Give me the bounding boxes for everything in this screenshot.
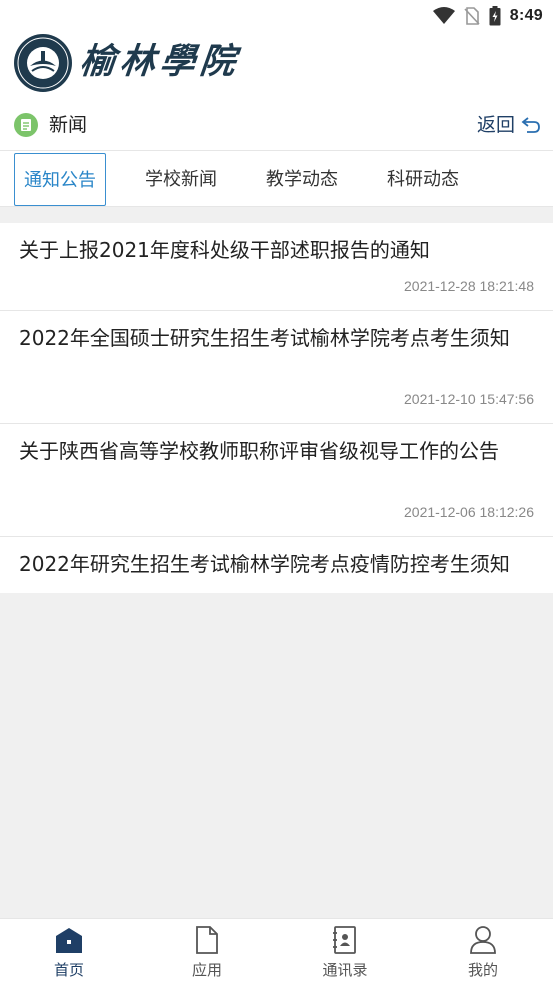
news-item[interactable]: 关于陕西省高等学校教师职称评审省级视导工作的公告 2021-12-06 18:1… xyxy=(0,424,553,537)
section-title: 新闻 xyxy=(49,114,88,136)
clock-time: 8:49 xyxy=(509,7,543,24)
bottom-navigation: 首页 应用 通讯录 我的 xyxy=(0,918,553,983)
status-bar: 8:49 xyxy=(0,0,553,32)
university-name-logo: 榆林學院 xyxy=(77,41,243,82)
contacts-book-icon xyxy=(333,926,356,954)
list-top-spacer xyxy=(0,207,553,223)
wifi-icon xyxy=(432,7,455,24)
nav-apps[interactable]: 应用 xyxy=(138,919,276,983)
news-item[interactable]: 2022年研究生招生考试榆林学院考点疫情防控考生须知 xyxy=(0,537,553,593)
nav-contacts-label: 通讯录 xyxy=(322,961,368,979)
news-item[interactable]: 关于上报2021年度科处级干部述职报告的通知 2021-12-28 18:21:… xyxy=(0,223,553,311)
nav-apps-label: 应用 xyxy=(191,961,222,979)
return-arrow-icon xyxy=(521,117,540,133)
tab-research-updates[interactable]: 科研动态 xyxy=(377,153,469,206)
university-seal-icon xyxy=(14,34,72,92)
news-date: 2021-12-10 15:47:56 xyxy=(404,391,534,407)
app-header: 榆林學院 xyxy=(0,32,553,94)
news-section-icon xyxy=(14,113,38,137)
empty-content-area xyxy=(0,593,553,918)
tab-teaching-updates[interactable]: 教学动态 xyxy=(256,153,348,206)
nav-home[interactable]: 首页 xyxy=(0,919,138,983)
news-title: 关于陕西省高等学校教师职称评审省级视导工作的公告 xyxy=(19,439,499,463)
news-list: 关于上报2021年度科处级干部述职报告的通知 2021-12-28 18:21:… xyxy=(0,223,553,593)
document-icon xyxy=(196,926,218,954)
category-tabs: 通知公告 学校新闻 教学动态 科研动态 xyxy=(0,150,553,207)
tab-school-news[interactable]: 学校新闻 xyxy=(135,153,227,206)
user-icon xyxy=(470,926,496,954)
status-icons: 8:49 xyxy=(432,4,543,28)
nav-contacts[interactable]: 通讯录 xyxy=(276,919,414,983)
news-date: 2021-12-28 18:21:48 xyxy=(404,278,534,294)
back-button[interactable]: 返回 xyxy=(477,112,541,138)
no-sim-icon xyxy=(464,7,480,25)
news-item[interactable]: 2022年全国硕士研究生招生考试榆林学院考点考生须知 2021-12-10 15… xyxy=(0,311,553,424)
section-bar: 新闻 返回 xyxy=(0,100,553,150)
home-icon xyxy=(56,928,82,953)
battery-charging-icon xyxy=(489,6,501,26)
news-title: 2022年研究生招生考试榆林学院考点疫情防控考生须知 xyxy=(19,552,510,576)
back-label: 返回 xyxy=(476,114,515,136)
news-date: 2021-12-06 18:12:26 xyxy=(404,504,534,520)
nav-profile[interactable]: 我的 xyxy=(414,919,552,983)
nav-profile-label: 我的 xyxy=(467,961,498,979)
news-title: 关于上报2021年度科处级干部述职报告的通知 xyxy=(19,238,430,262)
nav-home-label: 首页 xyxy=(53,961,84,979)
news-title: 2022年全国硕士研究生招生考试榆林学院考点考生须知 xyxy=(19,326,510,350)
tab-notices[interactable]: 通知公告 xyxy=(14,153,106,206)
